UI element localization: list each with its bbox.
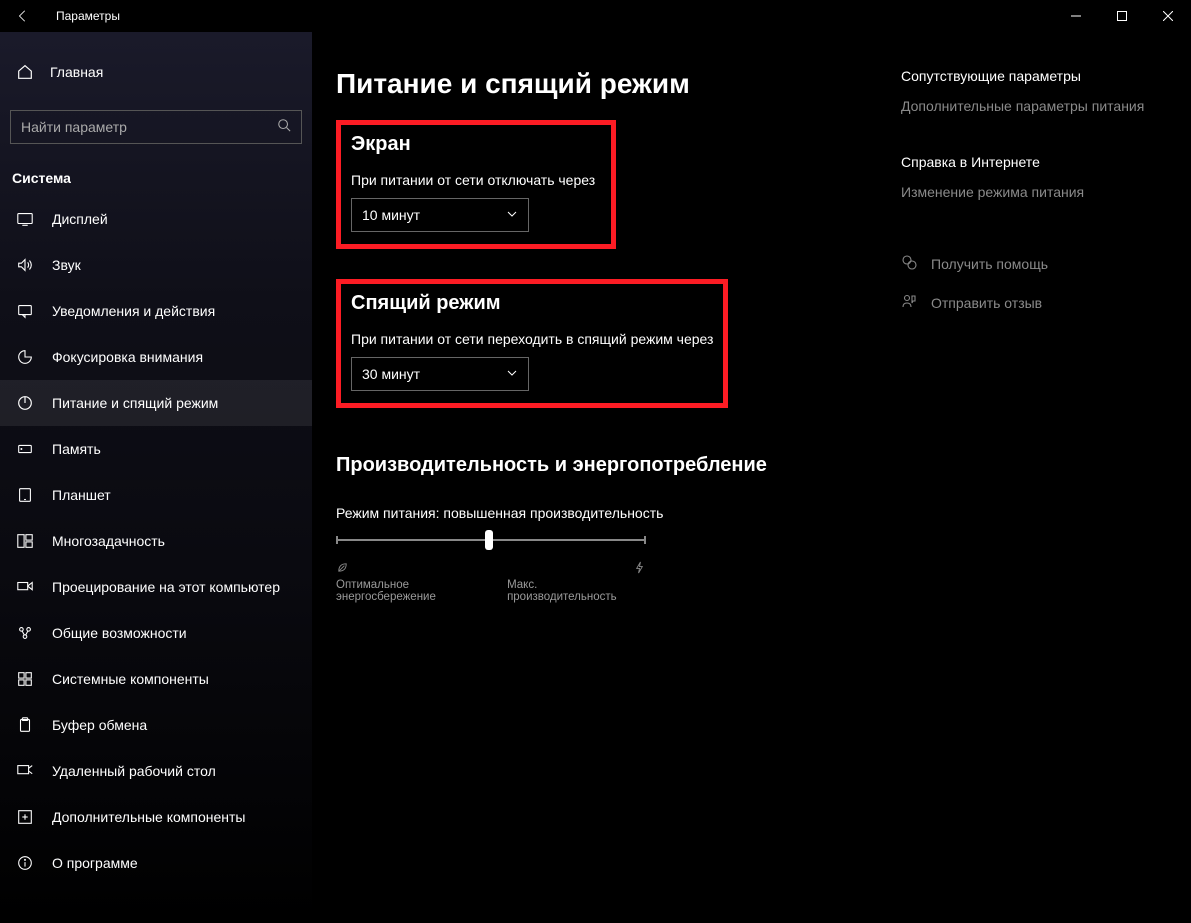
notifications-icon [16, 302, 34, 320]
titlebar: Параметры [0, 0, 1191, 32]
search-icon [277, 118, 291, 137]
remote-icon [16, 762, 34, 780]
slider-left-text: Оптимальное энергосбережение [336, 579, 507, 603]
tablet-icon [16, 486, 34, 504]
power-mode-slider[interactable]: Оптимальное энергосбережение Макс. произ… [336, 539, 646, 603]
sidebar-item-label: Общие возможности [52, 625, 187, 641]
feedback-link[interactable]: Отправить отзыв [901, 293, 1161, 312]
slider-left-label [336, 561, 349, 577]
chevron-down-icon [506, 207, 518, 223]
search-input[interactable] [21, 119, 277, 135]
bolt-icon [633, 561, 646, 577]
help-heading: Справка в Интернете [901, 154, 1161, 170]
sleep-group-highlight: Спящий режим При питании от сети переход… [336, 279, 728, 408]
slider-thumb[interactable] [485, 530, 493, 550]
sidebar-item-notifications[interactable]: Уведомления и действия [0, 288, 312, 334]
sidebar-item-label: Планшет [52, 487, 111, 503]
storage-icon [16, 440, 34, 458]
sidebar-item-label: Питание и спящий режим [52, 395, 218, 411]
clipboard-icon [16, 716, 34, 734]
sidebar-item-tablet[interactable]: Планшет [0, 472, 312, 518]
screen-off-dropdown[interactable]: 10 минут [351, 198, 529, 232]
sleep-label: При питании от сети переходить в спящий … [351, 331, 713, 347]
right-panel: Сопутствующие параметры Дополнительные п… [901, 68, 1161, 923]
page-title: Питание и спящий режим [336, 68, 881, 100]
sidebar-item-project[interactable]: Проецирование на этот компьютер [0, 564, 312, 610]
sidebar-item-label: О программе [52, 855, 138, 871]
main-content: Питание и спящий режим Экран При питании… [312, 32, 1191, 923]
search-box[interactable] [10, 110, 302, 144]
sidebar-item-focus[interactable]: Фокусировка внимания [0, 334, 312, 380]
feedback-icon [901, 293, 917, 312]
minimize-button[interactable] [1053, 0, 1099, 32]
sidebar-item-components[interactable]: Системные компоненты [0, 656, 312, 702]
feedback-label: Отправить отзыв [931, 295, 1042, 311]
slider-right-label [633, 561, 646, 577]
sleep-heading: Спящий режим [351, 292, 713, 315]
sidebar-item-about[interactable]: О программе [0, 840, 312, 886]
sidebar-item-sound[interactable]: Звук [0, 242, 312, 288]
back-button[interactable] [8, 0, 38, 32]
home-nav[interactable]: Главная [0, 52, 312, 92]
sidebar-item-label: Многозадачность [52, 533, 165, 549]
home-label: Главная [50, 64, 103, 80]
optional-icon [16, 808, 34, 826]
get-help-label: Получить помощь [931, 256, 1048, 272]
sidebar-item-label: Проецирование на этот компьютер [52, 579, 280, 595]
dropdown-value: 10 минут [362, 207, 420, 223]
chevron-down-icon [506, 366, 518, 382]
sidebar-item-clipboard[interactable]: Буфер обмена [0, 702, 312, 748]
screen-off-label: При питании от сети отключать через [351, 172, 601, 188]
shared-icon [16, 624, 34, 642]
power-mode-label: Режим питания: повышенная производительн… [336, 505, 881, 521]
sidebar: Главная Система Дисплей Звук Уведомления… [0, 32, 312, 923]
related-heading: Сопутствующие параметры [901, 68, 1161, 84]
sidebar-item-storage[interactable]: Память [0, 426, 312, 472]
project-icon [16, 578, 34, 596]
sidebar-item-remote[interactable]: Удаленный рабочий стол [0, 748, 312, 794]
dropdown-value: 30 минут [362, 366, 420, 382]
screen-heading: Экран [351, 133, 601, 156]
sleep-dropdown[interactable]: 30 минут [351, 357, 529, 391]
sidebar-item-shared[interactable]: Общие возможности [0, 610, 312, 656]
sidebar-item-power[interactable]: Питание и спящий режим [0, 380, 312, 426]
power-icon [16, 394, 34, 412]
sidebar-item-label: Буфер обмена [52, 717, 147, 733]
screen-group-highlight: Экран При питании от сети отключать чере… [336, 120, 616, 249]
leaf-icon [336, 561, 349, 577]
sidebar-item-label: Фокусировка внимания [52, 349, 203, 365]
multitasking-icon [16, 532, 34, 550]
maximize-button[interactable] [1099, 0, 1145, 32]
sidebar-item-display[interactable]: Дисплей [0, 196, 312, 242]
help-icon [901, 254, 917, 273]
close-button[interactable] [1145, 0, 1191, 32]
home-icon [16, 63, 34, 81]
focus-icon [16, 348, 34, 366]
display-icon [16, 210, 34, 228]
sidebar-item-label: Память [52, 441, 101, 457]
section-label: Система [0, 158, 312, 196]
get-help-link[interactable]: Получить помощь [901, 254, 1161, 273]
sidebar-item-label: Удаленный рабочий стол [52, 763, 216, 779]
sidebar-item-label: Дисплей [52, 211, 108, 227]
sidebar-item-label: Дополнительные компоненты [52, 809, 246, 825]
advanced-power-link[interactable]: Дополнительные параметры питания [901, 98, 1161, 114]
components-icon [16, 670, 34, 688]
sidebar-item-label: Уведомления и действия [52, 303, 215, 319]
sidebar-item-optional[interactable]: Дополнительные компоненты [0, 794, 312, 840]
sidebar-item-multitasking[interactable]: Многозадачность [0, 518, 312, 564]
sound-icon [16, 256, 34, 274]
sidebar-item-label: Системные компоненты [52, 671, 209, 687]
performance-heading: Производительность и энергопотребление [336, 454, 881, 477]
slider-right-text: Макс. производительность [507, 579, 646, 603]
help-link[interactable]: Изменение режима питания [901, 184, 1161, 200]
window-title: Параметры [56, 9, 120, 23]
sidebar-item-label: Звук [52, 257, 81, 273]
about-icon [16, 854, 34, 872]
